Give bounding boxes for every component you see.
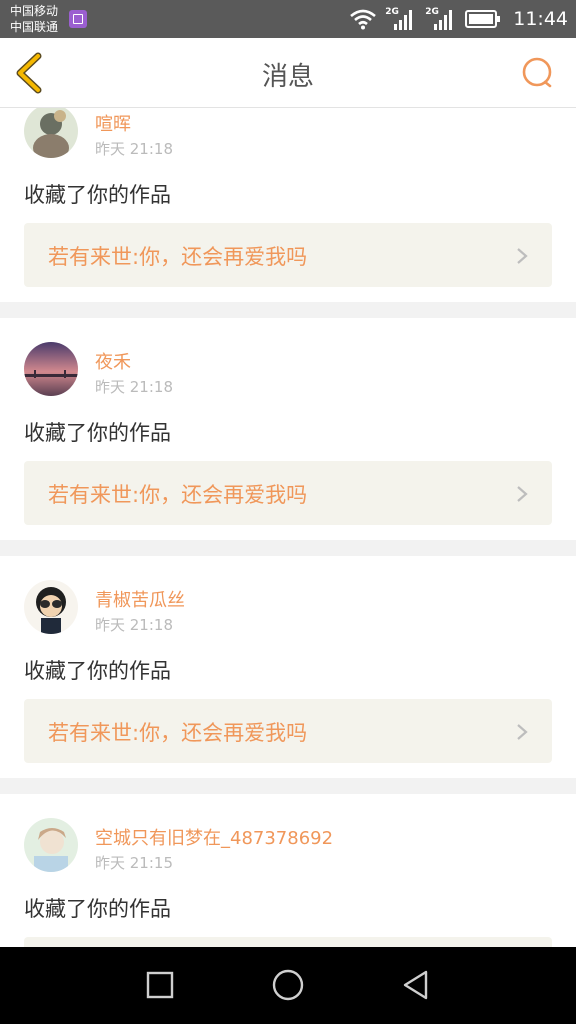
work-title: 若有来世:你，还会再爱我吗 <box>48 483 308 507</box>
chevron-right-icon <box>517 248 528 264</box>
avatar[interactable] <box>24 342 78 396</box>
signal-1: 2G <box>385 7 417 31</box>
back-arrow-icon <box>16 52 42 94</box>
timestamp: 昨天 21:15 <box>95 854 173 872</box>
back-icon <box>403 970 428 1000</box>
avatar-image <box>24 108 78 158</box>
work-link[interactable] <box>24 937 552 947</box>
work-title: 若有来世:你，还会再爱我吗 <box>48 721 308 745</box>
status-bar: 中国移动 中国联通 2G 2G 11:44 <box>0 0 576 38</box>
back-button[interactable] <box>12 52 52 94</box>
avatar-image <box>24 342 78 396</box>
status-icons: 2G 2G 11:44 <box>349 0 568 38</box>
notification-card: 喧晖 昨天 21:18 收藏了你的作品 若有来世:你，还会再爱我吗 <box>0 108 576 302</box>
action-text: 收藏了你的作品 <box>24 659 171 683</box>
work-link[interactable]: 若有来世:你，还会再爱我吗 <box>24 699 552 763</box>
notification-feed[interactable]: 喧晖 昨天 21:18 收藏了你的作品 若有来世:你，还会再爱我吗 夜禾 昨天 … <box>0 108 576 947</box>
action-text: 收藏了你的作品 <box>24 421 171 445</box>
page-title: 消息 <box>261 62 314 92</box>
signal-icon <box>394 10 413 30</box>
system-nav-bar <box>0 947 576 1024</box>
carrier-2-label: 中国联通 <box>10 20 59 34</box>
username[interactable]: 喧晖 <box>95 110 131 136</box>
recent-apps-button[interactable] <box>140 965 180 1005</box>
timestamp: 昨天 21:18 <box>95 616 173 634</box>
app-notification-icon <box>69 10 87 28</box>
timestamp: 昨天 21:18 <box>95 378 173 396</box>
search-icon <box>522 57 552 88</box>
username[interactable]: 青椒苦瓜丝 <box>95 586 185 612</box>
chevron-right-icon <box>517 724 528 740</box>
home-button[interactable] <box>268 965 308 1005</box>
action-text: 收藏了你的作品 <box>24 897 171 921</box>
home-icon <box>272 969 304 1001</box>
search-button[interactable] <box>518 53 558 93</box>
carrier-1-label: 中国移动 <box>10 4 59 18</box>
avatar-image <box>24 580 78 634</box>
work-title: 若有来世:你，还会再爱我吗 <box>48 245 308 269</box>
notification-card: 青椒苦瓜丝 昨天 21:18 收藏了你的作品 若有来世:你，还会再爱我吗 <box>0 556 576 778</box>
work-link[interactable]: 若有来世:你，还会再爱我吗 <box>24 461 552 525</box>
username[interactable]: 夜禾 <box>95 348 131 374</box>
battery-icon <box>465 10 501 28</box>
carrier-info: 中国移动 中国联通 <box>10 3 58 35</box>
notification-card: 夜禾 昨天 21:18 收藏了你的作品 若有来世:你，还会再爱我吗 <box>0 318 576 540</box>
work-link[interactable]: 若有来世:你，还会再爱我吗 <box>24 223 552 287</box>
avatar[interactable] <box>24 108 78 158</box>
signal-2: 2G <box>425 7 457 31</box>
app-header: 消息 <box>0 38 576 108</box>
wifi-icon <box>350 9 377 30</box>
username[interactable]: 空城只有旧梦在_487378692 <box>95 824 333 850</box>
avatar[interactable] <box>24 580 78 634</box>
system-back-button[interactable] <box>396 965 436 1005</box>
action-text: 收藏了你的作品 <box>24 183 171 207</box>
signal-icon <box>434 10 453 30</box>
avatar-image <box>24 818 78 872</box>
recent-apps-icon <box>146 971 174 999</box>
notification-card: 空城只有旧梦在_487378692 昨天 21:15 收藏了你的作品 <box>0 794 576 947</box>
avatar[interactable] <box>24 818 78 872</box>
clock: 11:44 <box>513 8 568 30</box>
chevron-right-icon <box>517 486 528 502</box>
timestamp: 昨天 21:18 <box>95 140 173 158</box>
